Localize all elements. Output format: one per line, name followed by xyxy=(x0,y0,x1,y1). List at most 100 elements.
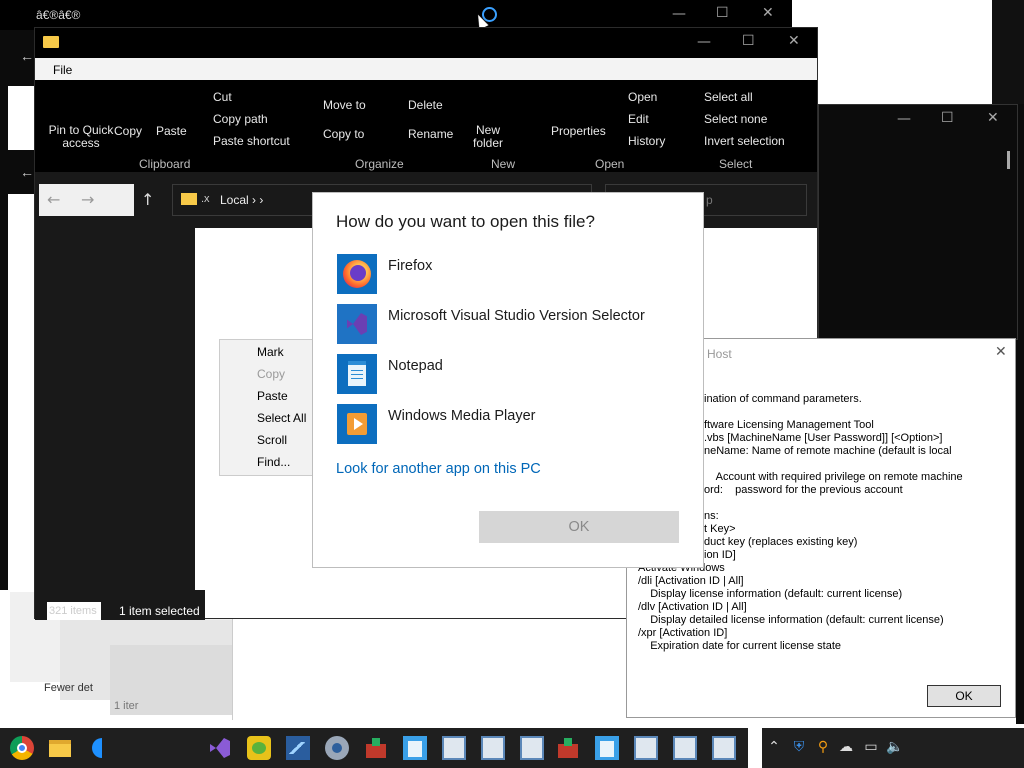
up-icon[interactable]: ↑ xyxy=(141,190,154,209)
cmd-close-icon[interactable]: ✕ xyxy=(987,110,999,126)
paste-button[interactable]: Paste xyxy=(156,124,187,138)
window-thumbnail-icon-2[interactable] xyxy=(481,736,505,760)
group-clipboard-label: Clipboard xyxy=(139,157,191,171)
script-host-line: duct key (replaces existing key) xyxy=(704,536,858,548)
context-menu-select-all[interactable]: Select All xyxy=(257,411,306,425)
copy-path-button[interactable]: Copy path xyxy=(213,112,268,126)
address-path[interactable]: Local › › xyxy=(220,193,263,207)
taskbar: ⌃ ⛨ ⚲ ☁ ▭ 🔈 xyxy=(0,728,1024,768)
properties-button[interactable]: Properties xyxy=(551,124,606,138)
maximize-icon[interactable]: ☐ xyxy=(716,5,729,21)
context-menu-paste[interactable]: Paste xyxy=(257,389,288,403)
script-host-line: /dli [Activation ID | All] xyxy=(638,575,744,587)
script-host-ok-button[interactable]: OK xyxy=(927,685,1001,707)
script-host-line: /xpr [Activation ID] xyxy=(638,627,728,639)
look-for-another-app-link[interactable]: Look for another app on this PC xyxy=(336,461,541,477)
window-thumbnail-icon-4[interactable] xyxy=(634,736,658,760)
edge-icon[interactable] xyxy=(86,736,110,760)
script-host-line: Display detailed license information (de… xyxy=(638,614,944,626)
context-menu-mark[interactable]: Mark xyxy=(257,345,284,359)
security-shield-icon[interactable]: ⛨ xyxy=(790,738,808,756)
notepad-taskbar-icon-2[interactable] xyxy=(595,736,619,760)
firefox-icon xyxy=(337,254,377,294)
app-option-firefox[interactable]: Firefox xyxy=(336,254,686,298)
background-right-panel xyxy=(818,0,992,104)
folder-icon xyxy=(43,36,59,48)
performance-monitor-icon[interactable] xyxy=(286,736,310,760)
group-select-label: Select xyxy=(719,157,753,171)
app-label-visual-studio-version-selector: Microsoft Visual Studio Version Selector xyxy=(388,308,645,324)
console-window[interactable]: — ☐ ✕ xyxy=(818,104,1018,340)
tool-app-icon-2[interactable] xyxy=(556,736,580,760)
visual-studio-icon xyxy=(337,304,377,344)
pin-to-quick-access-button[interactable]: Pin to Quick access xyxy=(41,124,121,150)
group-organize-label: Organize xyxy=(355,157,404,171)
window-thumbnail-icon-1[interactable] xyxy=(442,736,466,760)
search-magnifier-icon[interactable]: ⚲ xyxy=(814,738,832,756)
volume-icon[interactable]: 🔈 xyxy=(886,738,904,756)
open-with-ok-button[interactable]: OK xyxy=(479,511,679,543)
copy-button[interactable]: Copy xyxy=(114,124,142,138)
context-menu-find[interactable]: Find... xyxy=(257,455,290,469)
context-menu: Mark Copy Paste Select All Scroll Find..… xyxy=(219,339,319,476)
chrome-icon[interactable] xyxy=(10,736,34,760)
rename-button[interactable]: Rename xyxy=(408,127,453,141)
copy-to-button[interactable]: Copy to xyxy=(323,127,364,141)
history-button[interactable]: History xyxy=(628,134,665,148)
script-host-line: ns: xyxy=(704,510,719,522)
app-option-windows-media-player[interactable]: Windows Media Player xyxy=(336,404,686,448)
select-none-button[interactable]: Select none xyxy=(704,112,767,126)
script-host-line: Account with required privilege on remot… xyxy=(704,471,963,483)
status-bar: 321 items 1 item selected xyxy=(35,590,205,620)
onedrive-cloud-icon[interactable]: ☁ xyxy=(837,738,855,756)
group-open-label: Open xyxy=(595,157,625,171)
script-host-line: /dlv [Activation ID | All] xyxy=(638,601,747,613)
back-arrow-icon: ← xyxy=(20,164,34,180)
minimize-icon[interactable]: — xyxy=(672,6,686,22)
select-all-button[interactable]: Select all xyxy=(704,90,753,104)
edit-button[interactable]: Edit xyxy=(628,112,649,126)
cmd-maximize-icon[interactable]: ☐ xyxy=(941,110,954,126)
settings-gear-icon[interactable] xyxy=(325,736,349,760)
explorer-minimize-icon[interactable]: — xyxy=(697,34,711,50)
explorer-close-icon[interactable]: ✕ xyxy=(788,33,800,49)
explorer-maximize-icon[interactable]: ☐ xyxy=(742,33,755,49)
app-label-windows-media-player: Windows Media Player xyxy=(388,408,536,424)
fewer-details-label[interactable]: Fewer det xyxy=(44,682,93,694)
tool-app-icon[interactable] xyxy=(364,736,388,760)
chevron-up-icon[interactable]: ⌃ xyxy=(765,738,783,756)
move-to-button[interactable]: Move to xyxy=(323,98,366,112)
script-host-line: t Key> xyxy=(704,523,736,535)
window-thumbnail-icon-6[interactable] xyxy=(712,736,736,760)
context-menu-scroll[interactable]: Scroll xyxy=(257,433,287,447)
invert-selection-button[interactable]: Invert selection xyxy=(704,134,785,148)
app-label-notepad: Notepad xyxy=(388,358,443,374)
cmd-scrollbar[interactable] xyxy=(1007,151,1010,169)
group-new-label: New xyxy=(491,157,516,171)
script-host-line: Expiration date for current license stat… xyxy=(638,640,841,652)
new-folder-button[interactable]: New folder xyxy=(468,124,508,150)
close-icon[interactable]: ✕ xyxy=(762,5,774,21)
window-thumbnail-icon-3[interactable] xyxy=(520,736,544,760)
app-option-visual-studio-version-selector[interactable]: Microsoft Visual Studio Version Selector xyxy=(336,304,686,348)
menu-file[interactable]: File xyxy=(53,63,72,77)
game-app-icon[interactable] xyxy=(247,736,271,760)
delete-button[interactable]: Delete xyxy=(408,98,443,112)
visual-studio-taskbar-icon[interactable] xyxy=(208,736,232,760)
window-thumbnail-icon-5[interactable] xyxy=(673,736,697,760)
paste-shortcut-button[interactable]: Paste shortcut xyxy=(213,134,290,148)
open-with-title: How do you want to open this file? xyxy=(336,212,595,231)
cut-button[interactable]: Cut xyxy=(213,90,232,104)
back-arrow-icon-2: ← xyxy=(20,48,34,64)
back-icon[interactable]: ← xyxy=(47,190,60,209)
script-host-line: neName: Name of remote machine (default … xyxy=(704,445,952,457)
app-option-notepad[interactable]: Notepad xyxy=(336,354,686,398)
file-explorer-taskbar-icon[interactable] xyxy=(48,736,72,760)
taskbar-white-block xyxy=(748,728,762,768)
forward-icon[interactable]: → xyxy=(81,190,94,209)
script-host-close-icon[interactable]: ✕ xyxy=(995,344,1007,360)
notepad-taskbar-icon[interactable] xyxy=(403,736,427,760)
network-icon[interactable]: ▭ xyxy=(862,738,880,756)
open-button[interactable]: Open xyxy=(628,90,657,104)
cmd-minimize-icon[interactable]: — xyxy=(897,111,911,127)
